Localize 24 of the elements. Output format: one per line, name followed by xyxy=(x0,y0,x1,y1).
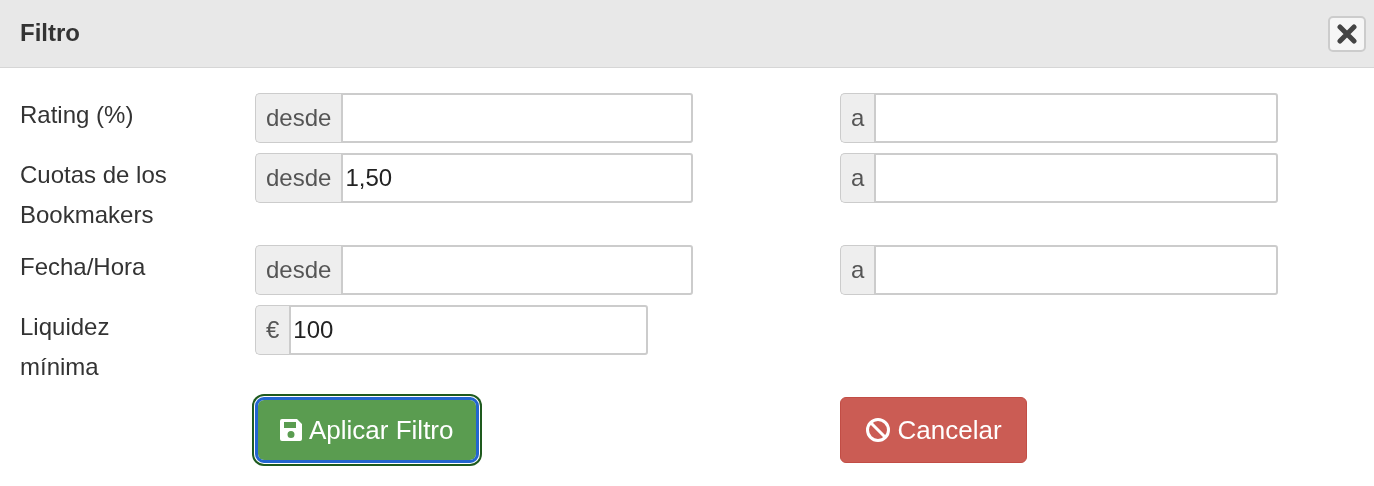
input-addon: € xyxy=(255,305,290,355)
input-field[interactable] xyxy=(874,93,1278,143)
input-field[interactable] xyxy=(341,93,693,143)
input-addon: desde xyxy=(255,153,342,203)
input-field[interactable]: 1,50 xyxy=(341,153,693,203)
field-label: Fecha/Hora xyxy=(20,252,147,282)
input-field[interactable]: 100 xyxy=(289,305,648,355)
input-field[interactable] xyxy=(341,245,693,295)
prohibited-icon xyxy=(865,417,892,443)
input-field[interactable] xyxy=(874,153,1278,203)
input-addon: desde xyxy=(255,93,342,143)
close-icon xyxy=(1337,23,1357,44)
save-icon xyxy=(279,418,303,442)
input-addon: a xyxy=(840,153,875,203)
input-field[interactable] xyxy=(874,245,1278,295)
field-label: Liquidez mínima xyxy=(20,312,111,382)
cancel-button[interactable]: Cancelar xyxy=(840,397,1027,463)
close-button[interactable] xyxy=(1328,15,1366,52)
field-label: Cuotas de los Bookmakers xyxy=(20,160,168,230)
input-addon: a xyxy=(840,93,875,143)
field-label: Rating (%) xyxy=(20,100,135,130)
input-addon: a xyxy=(840,245,875,295)
input-addon: desde xyxy=(255,245,342,295)
dialog-title: Filtro xyxy=(20,19,80,48)
